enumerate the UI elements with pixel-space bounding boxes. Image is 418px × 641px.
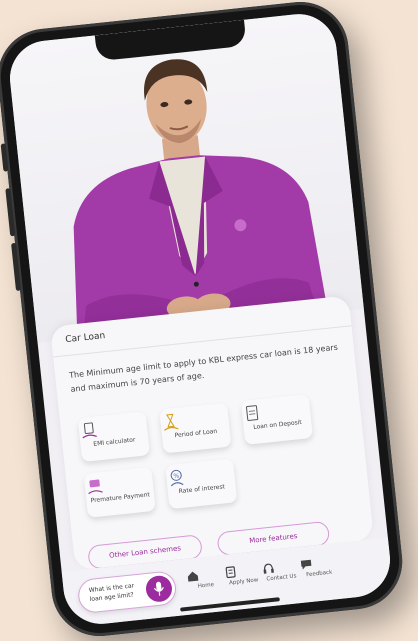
- hourglass-hand-icon: [164, 413, 179, 431]
- nav-feedback[interactable]: Feedback: [300, 555, 338, 579]
- volume-up-button: [5, 188, 16, 237]
- avatar-area: [6, 10, 364, 344]
- phone-frame: Car Loan The Minimum age limit to apply …: [0, 0, 407, 641]
- feedback-icon: [300, 559, 312, 570]
- tile-period-of-loan[interactable]: Period of Loan: [159, 402, 232, 454]
- headset-icon: [263, 563, 274, 574]
- volume-down-button: [11, 242, 22, 292]
- voice-query-bubble[interactable]: What is the car loan age limit?: [76, 570, 178, 615]
- tile-emi-calculator[interactable]: EMI calculator: [77, 411, 150, 463]
- nav-contact-us[interactable]: Contact Us: [262, 559, 300, 583]
- nav-label: Contact Us: [266, 573, 297, 583]
- tile-premature-payment[interactable]: Premature Payment: [83, 466, 156, 518]
- svg-text:%: %: [173, 473, 180, 481]
- apply-icon: [225, 566, 236, 579]
- nav-apply-now[interactable]: Apply Now: [224, 563, 262, 587]
- mute-switch: [0, 143, 9, 172]
- home-icon: [187, 571, 199, 582]
- microphone-icon: [153, 581, 164, 596]
- mic-button[interactable]: [144, 574, 174, 604]
- tile-rate-of-interest[interactable]: % Rate of interest: [165, 458, 238, 510]
- cash-hand-icon: [88, 479, 103, 495]
- info-card: Car Loan The Minimum age limit to apply …: [49, 295, 374, 571]
- query-text: What is the car loan age limit?: [88, 582, 135, 604]
- home-indicator: [180, 597, 280, 612]
- nav-home[interactable]: Home: [186, 567, 224, 591]
- nav-label: Apply Now: [228, 577, 259, 587]
- document-icon: [246, 405, 259, 421]
- assistant-avatar: [73, 59, 329, 339]
- percent-person-icon: %: [170, 469, 184, 487]
- calculator-hand-icon: [82, 422, 97, 439]
- nav-label: Feedback: [305, 569, 333, 579]
- tile-loan-on-deposit[interactable]: Loan on Deposit: [240, 394, 314, 445]
- nav-label: Home: [197, 582, 215, 590]
- phone-screen: Car Loan The Minimum age limit to apply …: [6, 10, 394, 628]
